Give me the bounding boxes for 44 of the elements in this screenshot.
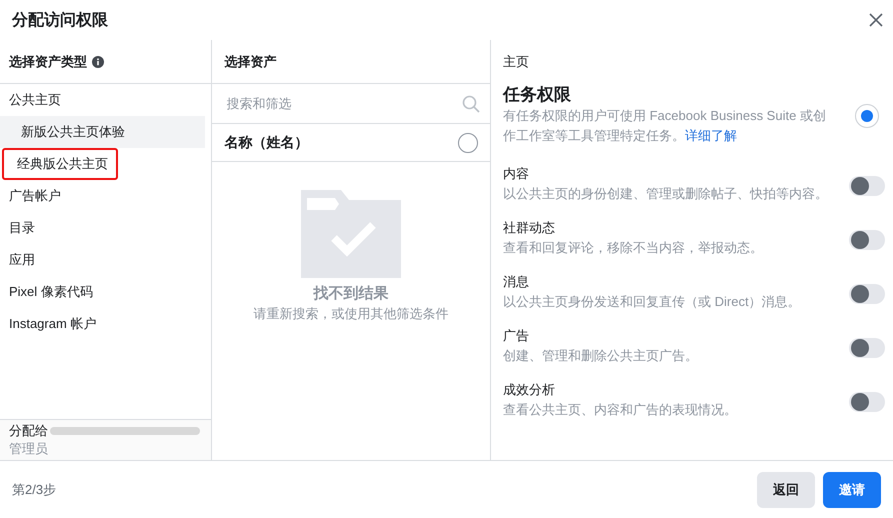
close-icon[interactable] <box>869 13 883 27</box>
assign-label: 分配给 <box>9 422 48 440</box>
permission-description: 以公共主页身份发送和回复直传（或 Direct）消息。 <box>503 293 802 311</box>
search-field[interactable]: 搜索和筛选 <box>224 95 462 112</box>
empty-folder-icon <box>300 190 401 278</box>
column-heading: 选择资产 <box>224 52 277 70</box>
learn-more-link[interactable]: 详细了解 <box>685 128 737 143</box>
permission-description: 有任务权限的用户可使用 Facebook Business Suite 或创作工作室等工具管理特定任务。详细了解 <box>503 107 827 145</box>
permission-title: 任务权限 <box>503 84 572 106</box>
step-indicator: 第2/3步 <box>12 480 56 498</box>
permission-description: 以公共主页的身份创建、管理或删除帖子、快拍等内容。 <box>503 185 829 203</box>
permission-toggle[interactable] <box>849 392 885 412</box>
select-all-radio[interactable] <box>458 132 478 152</box>
permission-description: 创建、管理和删除公共主页广告。 <box>503 347 699 365</box>
permission-toggle[interactable] <box>849 338 885 358</box>
search-icon <box>462 94 480 112</box>
role-text: 管理员 <box>9 440 49 458</box>
permission-title: 消息 <box>503 273 530 291</box>
empty-hint: 请重新搜索，或使用其他筛选条件 <box>253 305 448 323</box>
permission-title: 内容 <box>503 165 530 183</box>
permission-title: 广告 <box>503 327 530 345</box>
column-heading: 选择资产类型 <box>9 52 87 70</box>
asset-type-item[interactable]: Pixel 像素代码 <box>0 276 211 308</box>
dialog-title: 分配访问权限 <box>12 10 108 30</box>
invite-button[interactable]: 邀请 <box>823 472 881 508</box>
asset-type-item[interactable]: 新版公共主页体验 <box>0 116 205 148</box>
empty-title: 找不到结果 <box>313 284 388 303</box>
asset-type-item[interactable]: 广告帐户 <box>0 180 211 212</box>
asset-type-item[interactable]: 公共主页 <box>0 84 211 116</box>
permission-radio[interactable] <box>855 104 879 128</box>
info-icon <box>92 56 104 68</box>
back-button[interactable]: 返回 <box>757 472 815 508</box>
permission-title: 社群动态 <box>503 219 556 237</box>
permission-toggle[interactable] <box>849 176 885 196</box>
column-header: 名称（姓名） <box>224 134 309 152</box>
section-heading: 主页 <box>503 53 530 71</box>
permission-title: 成效分析 <box>503 381 556 399</box>
permission-description: 查看公共主页、内容和广告的表现情况。 <box>503 401 738 419</box>
asset-type-item[interactable]: 应用 <box>0 244 211 276</box>
permission-toggle[interactable] <box>849 230 885 250</box>
asset-type-item[interactable]: 目录 <box>0 212 211 244</box>
permission-toggle[interactable] <box>849 284 885 304</box>
permission-description: 查看和回复评论，移除不当内容，举报动态。 <box>503 239 764 257</box>
asset-type-item[interactable]: Instagram 帐户 <box>0 308 211 340</box>
